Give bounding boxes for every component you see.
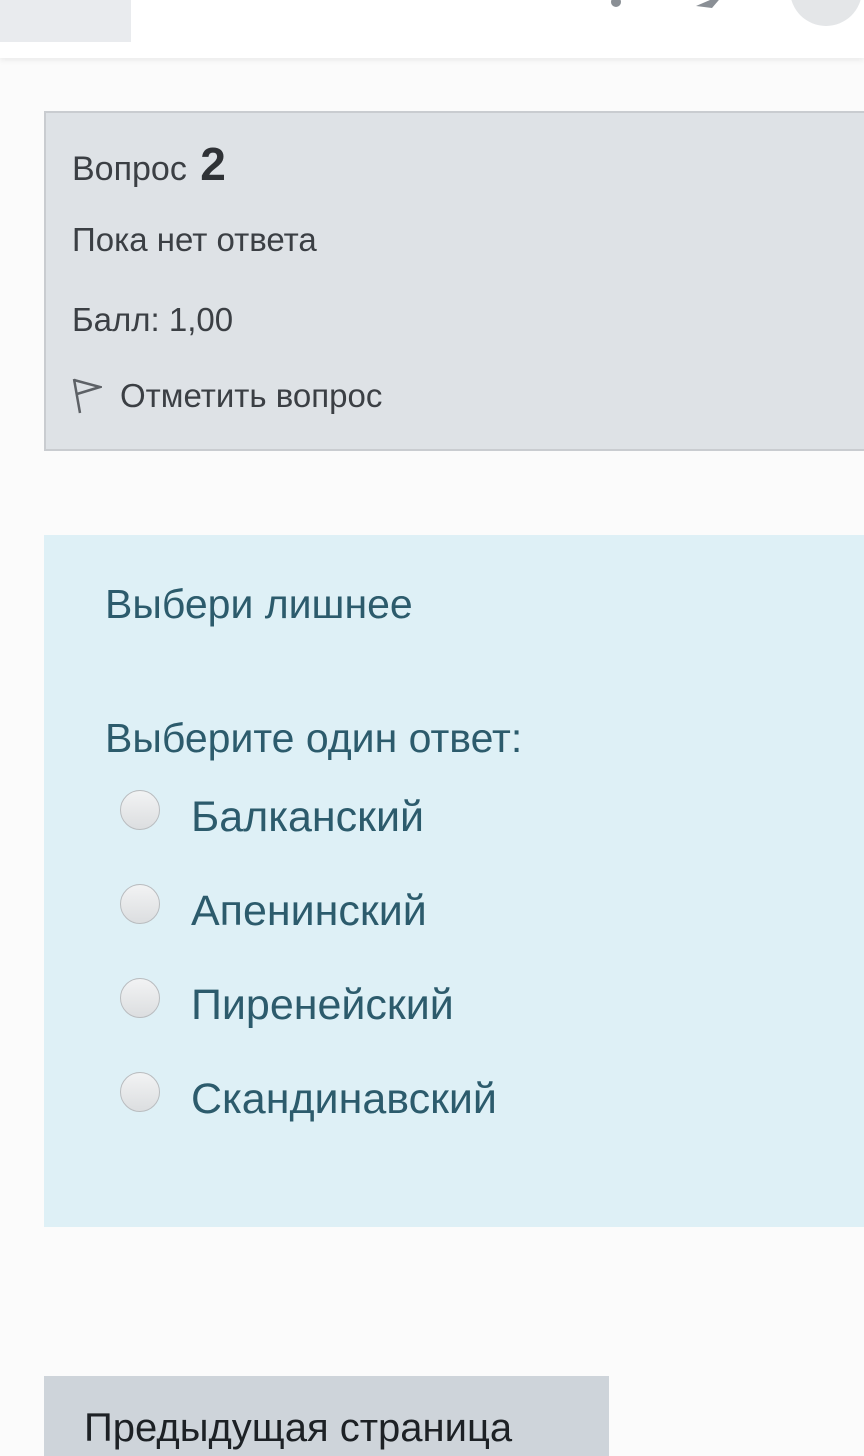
message-icon[interactable] <box>690 0 730 10</box>
question-label: Вопрос <box>72 150 187 188</box>
nav-drawer-toggle[interactable] <box>0 0 131 42</box>
question-state: Пока нет ответа <box>72 221 317 258</box>
flag-icon <box>72 378 102 414</box>
radio-button[interactable] <box>120 790 160 830</box>
answer-option[interactable]: Балканский <box>120 790 424 842</box>
question-info-panel: Вопрос 2 Пока нет ответа Балл: 1,00 Отме… <box>44 111 864 451</box>
previous-page-button[interactable]: Предыдущая страница <box>44 1376 609 1456</box>
answer-label: Скандинавский <box>191 1075 497 1123</box>
radio-button[interactable] <box>120 884 160 924</box>
answer-option[interactable]: Апенинский <box>120 884 427 936</box>
radio-button[interactable] <box>120 978 160 1018</box>
question-text: Выбери лишнее <box>105 581 413 627</box>
notification-icon[interactable] <box>596 0 636 10</box>
answer-option[interactable]: Пиренейский <box>120 978 454 1030</box>
flag-question-link[interactable]: Отметить вопрос <box>70 377 382 415</box>
flag-question-label: Отметить вопрос <box>120 377 383 414</box>
answer-label: Апенинский <box>191 887 427 935</box>
user-avatar[interactable] <box>774 0 864 30</box>
answer-option[interactable]: Скандинавский <box>120 1072 497 1124</box>
previous-page-label: Предыдущая страница <box>84 1406 513 1450</box>
answer-prompt: Выберите один ответ: <box>105 715 523 761</box>
question-grade: Балл: 1,00 <box>72 301 234 338</box>
answer-label: Балканский <box>191 793 424 841</box>
question-title: Вопрос 2 <box>72 137 226 191</box>
radio-button[interactable] <box>120 1072 160 1112</box>
question-content-panel: Выбери лишнее Выберите один ответ: Балка… <box>44 535 864 1227</box>
question-number: 2 <box>200 138 226 190</box>
answer-label: Пиренейский <box>191 981 454 1029</box>
top-navbar <box>0 0 864 58</box>
